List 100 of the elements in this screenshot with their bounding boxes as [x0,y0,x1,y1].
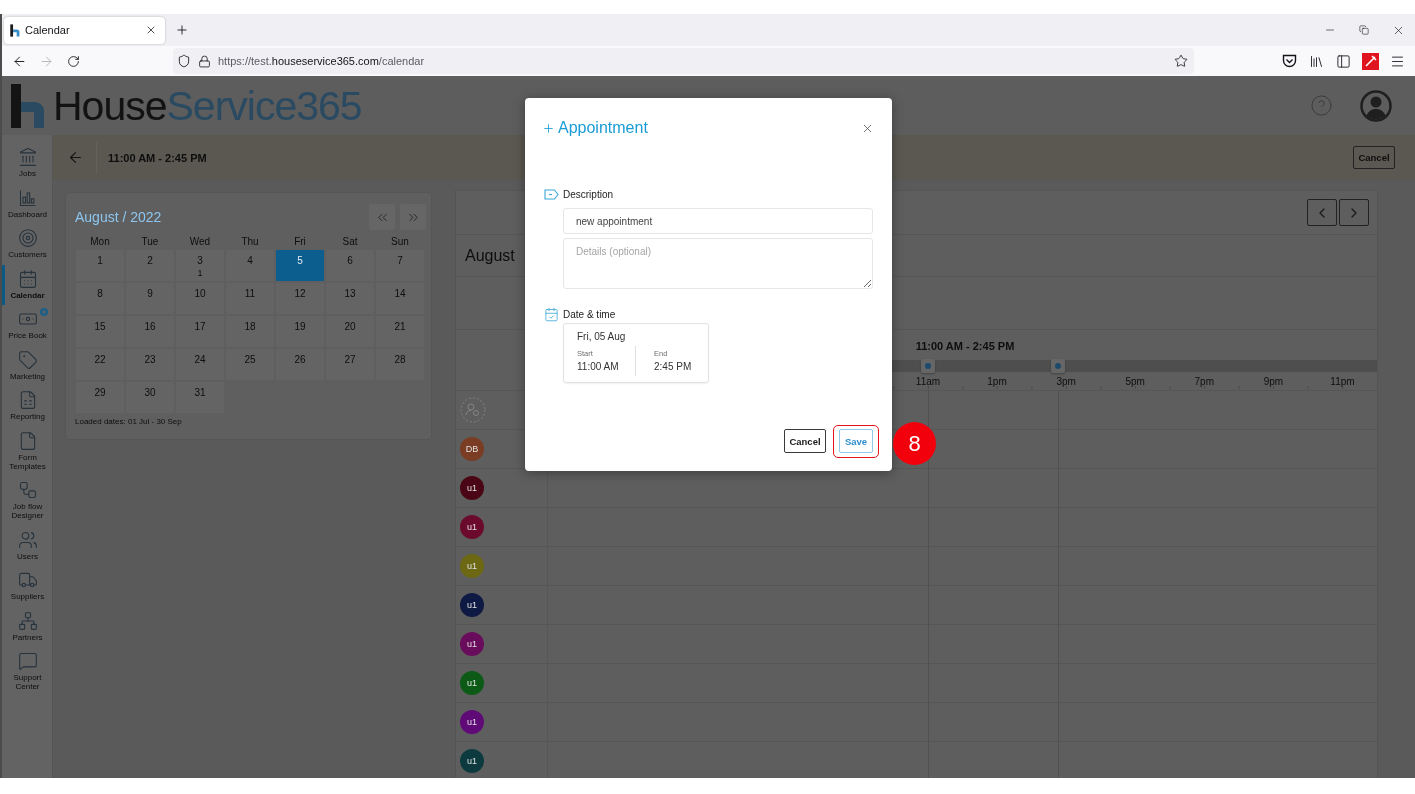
truck-icon [17,570,38,590]
sidebar-item[interactable]: Suppliers [2,566,52,607]
sidebar-item[interactable]: Users [2,525,52,566]
avatar: DB [460,437,484,461]
hour-label: 11am [914,376,942,389]
calendar-day[interactable]: 13 [326,283,374,314]
next-button[interactable] [1339,199,1369,226]
close-icon [145,24,157,36]
label-tag-icon [544,188,559,200]
sidebar-item[interactable]: Partners [2,606,52,647]
sidebar-item[interactable]: Price Book [2,305,52,346]
calendar-day[interactable]: 28 [376,349,424,380]
avatar: u1 [460,554,484,578]
previous-button[interactable] [1307,199,1337,226]
time-value: 11:00 AM [577,360,619,373]
save-button[interactable]: Save [839,429,873,453]
calendar-day[interactable]: 9 [126,283,174,314]
calendar-day[interactable]: 12 [276,283,324,314]
calendar-day[interactable]: 14 [376,283,424,314]
description-field[interactable]: new appointment [563,208,873,234]
calendar-day[interactable]: 5 [276,250,324,281]
sidebar-item[interactable]: Marketing [2,345,52,386]
calendar-day[interactable]: 17 [176,316,224,347]
logo-icon [10,83,46,128]
cancel-button[interactable]: Cancel [784,429,826,453]
calendar-day[interactable]: 10 [176,283,224,314]
hour-label: 5pm [1124,376,1146,389]
bookmark-star-icon[interactable] [1174,54,1188,68]
back-arrow-icon [11,53,27,69]
hour-label: 7pm [1193,376,1215,389]
calendar-icon [17,268,38,289]
range-handle[interactable] [920,359,935,373]
user-avatar-icon[interactable] [1360,89,1392,122]
weekday-label: Thu [240,236,260,248]
unassigned-user-icon [460,397,486,423]
event-count: 1 [197,268,203,279]
calendar-day[interactable]: 18 [226,316,274,347]
lock-icon[interactable] [198,54,211,68]
menu-icon [1389,53,1405,69]
hour-label: 9pm [1262,376,1285,389]
calendar-day[interactable]: 6 [326,250,374,281]
range-handle[interactable] [1050,359,1065,373]
sidebar-item[interactable]: Jobs [2,143,52,184]
calendar-day[interactable]: 30 [126,382,174,413]
loaded-dates-note: Loaded dates: 01 Jul - 30 Sep [75,417,183,427]
calendar-day[interactable]: 26 [276,349,324,380]
calendar-day[interactable]: 27 [326,349,374,380]
users-icon [17,529,38,550]
sidebar-item[interactable]: Customers [2,224,52,265]
calendar-day[interactable]: 19 [276,316,324,347]
selected-range-label: 11:00 AM - 2:45 PM [915,339,1015,353]
month-heading: August [465,246,515,265]
sidebar-item[interactable]: Job flow Designer [2,476,52,526]
plus-icon [542,121,555,135]
weekday-label: Mon [89,236,111,248]
calendar-day[interactable]: 1 [76,250,124,281]
time-range-title: 11:00 AM - 2:45 PM [108,151,207,164]
calendar-day[interactable]: 24 [176,349,224,380]
building-icon [17,147,38,167]
calendar-day[interactable]: 15 [76,316,124,347]
calendar-day[interactable]: 4 [226,250,274,281]
chevron-shield-icon [1281,54,1297,68]
tag-icon [17,349,38,370]
date-text: Fri, 05 Aug [577,330,626,344]
calendar-day[interactable]: 8 [76,283,124,314]
cancel-button[interactable]: Cancel [1353,146,1395,169]
calendar-day[interactable]: 16 [126,316,174,347]
address-bar[interactable]: https://test.houseservice365.com/calendar [173,48,1194,74]
target-icon [17,228,38,248]
previous-month-button[interactable] [369,204,395,230]
calendar-day[interactable]: 23 [126,349,174,380]
sidebar-item[interactable]: Dashboard [2,183,52,224]
details-field[interactable]: Details (optional) [563,238,873,289]
help-icon[interactable] [1310,94,1333,117]
calendar-day[interactable]: 25 [226,349,274,380]
avatar: u1 [460,632,484,656]
calendar-day[interactable]: 11 [226,283,274,314]
avatar: u1 [460,593,484,617]
time-value: 2:45 PM [654,360,692,373]
sidebar-item[interactable]: Form Templates [2,426,52,476]
avatar: u1 [460,710,484,734]
calendar-day[interactable]: 3 1 [176,250,224,281]
calendar-day[interactable]: 21 [376,316,424,347]
calendar-day[interactable]: 29 [76,382,124,413]
shield-icon[interactable] [177,54,191,68]
avatar: u1 [460,749,484,773]
calendar-day[interactable]: 22 [76,349,124,380]
calendar-day[interactable]: 20 [326,316,374,347]
calendar-day[interactable]: 7 [376,250,424,281]
sidebar-item[interactable]: Reporting [2,386,52,427]
favicon-icon [10,23,20,37]
sidebar-item[interactable]: Support Center [2,647,52,697]
browser-tab[interactable]: Calendar [4,16,165,44]
avatar: u1 [460,515,484,539]
calendar-day[interactable]: 31 [176,382,224,413]
forward-arrow-icon [38,53,54,69]
speech-bubble-icon [17,651,38,671]
next-month-button[interactable] [400,204,426,230]
calendar-day[interactable]: 2 [126,250,174,281]
weekday-label: Fri [293,236,307,248]
